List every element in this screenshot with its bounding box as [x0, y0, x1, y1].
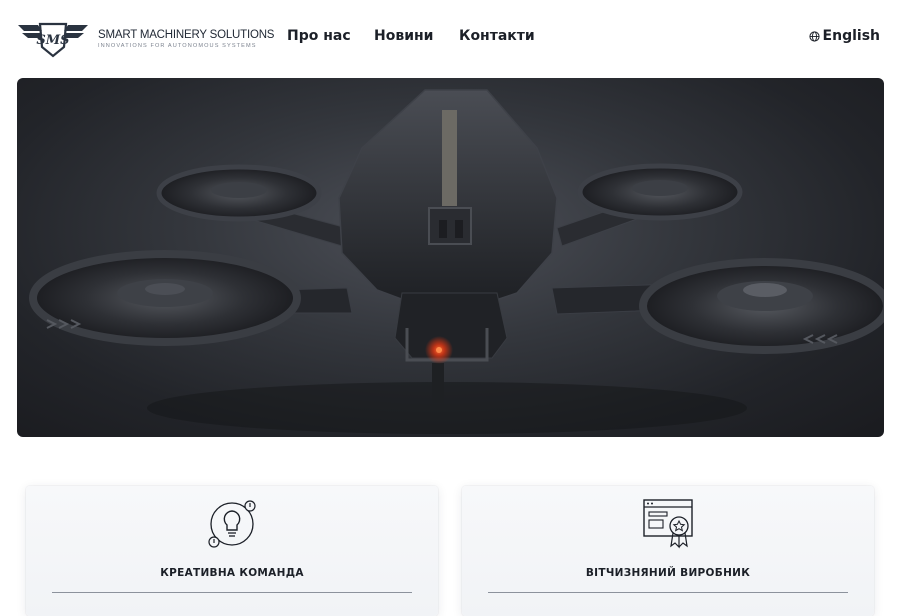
drone-illustration [29, 89, 884, 434]
card-divider [488, 592, 848, 593]
hero-drone-image [17, 78, 884, 437]
lightbulb-idea-icon [208, 500, 256, 548]
language-label: English [822, 28, 880, 44]
nav-news[interactable]: Новини [374, 28, 434, 44]
feature-title-team: КРЕАТИВНА КОМАНДА [160, 567, 304, 579]
svg-text:SMS: SMS [36, 33, 69, 48]
brand-tagline: INNOVATIONS FOR AUTONOMOUS SYSTEMS [98, 43, 257, 49]
feature-card-manufacturer: ВІТЧИЗНЯНИЙ ВИРОБНИК [462, 486, 874, 616]
feature-card-team: КРЕАТИВНА КОМАНДА [26, 486, 438, 616]
brand-title: SMART MACHINERY SOLUTIONS [98, 29, 275, 41]
brand-logo[interactable]: SMS SMART MACHINERY SOLUTIONS INNOVATION… [16, 18, 274, 60]
certified-browser-icon [643, 499, 693, 549]
site-header: SMS SMART MACHINERY SOLUTIONS INNOVATION… [0, 0, 900, 78]
sms-wing-logo-icon: SMS [18, 22, 88, 58]
nav-about[interactable]: Про нас [287, 28, 351, 44]
language-switcher[interactable]: English [808, 28, 880, 44]
globe-icon [808, 30, 820, 42]
card-divider [52, 592, 412, 593]
feature-title-manufacturer: ВІТЧИЗНЯНИЙ ВИРОБНИК [585, 567, 751, 579]
nav-contacts[interactable]: Контакти [459, 28, 535, 44]
